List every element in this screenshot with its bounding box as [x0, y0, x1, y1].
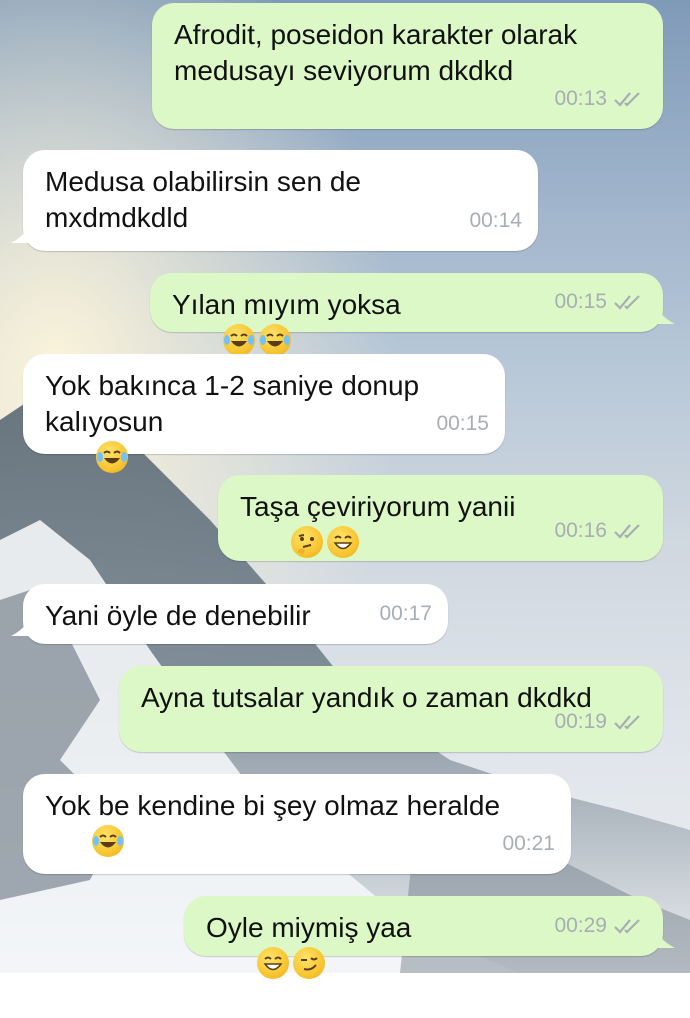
message-time: 00:17	[379, 602, 432, 625]
bubble-tail-icon	[11, 225, 31, 243]
double-check-read-icon	[614, 295, 640, 310]
message-meta: 00:29	[554, 908, 645, 944]
message-time: 00:21	[502, 832, 555, 855]
message-bubble-incoming[interactable]: Yok bakınca 1-2 saniye donup kalıyosun 0…	[23, 354, 505, 473]
message-bubble-outgoing[interactable]: Ayna tutsalar yandık o zaman dkdkd 00:19	[119, 666, 663, 752]
message-meta: 00:15	[436, 406, 489, 442]
laughing-tears-emoji-icon	[258, 324, 291, 356]
double-check-read-icon	[614, 919, 640, 934]
message-bubble-incoming[interactable]: Yani öyle de denebilir 00:17	[11, 584, 448, 644]
laughing-tears-emoji-icon	[222, 324, 255, 356]
message-bubble-outgoing[interactable]: Yılan mıyım yoksa 00:15	[150, 273, 675, 356]
message-time: 00:15	[554, 290, 607, 313]
message-time: 00:19	[554, 710, 607, 733]
double-check-read-icon	[614, 524, 640, 539]
message-meta: 00:13	[554, 81, 645, 117]
message-meta: 00:17	[379, 596, 432, 632]
message-text: Yok be kendine bi şey olmaz heralde	[45, 790, 501, 821]
message-time: 00:13	[554, 87, 607, 110]
thinking-emoji-icon	[290, 526, 323, 558]
laughing-tears-emoji-icon	[95, 441, 128, 473]
message-time: 00:14	[469, 209, 522, 232]
message-bubble-incoming[interactable]: Medusa olabilirsin sen de mxdmdkdld 00:1…	[11, 150, 538, 251]
message-bubble-incoming[interactable]: Yok be kendine bi şey olmaz heralde 00:2…	[23, 774, 571, 874]
message-text: Yılan mıyım yoksa	[172, 289, 401, 320]
message-text: Afrodit, poseidon karakter olarak medusa…	[174, 19, 585, 86]
laughing-tears-emoji-icon	[91, 825, 124, 857]
message-bubble-outgoing[interactable]: Afrodit, poseidon karakter olarak medusa…	[152, 3, 663, 129]
message-bubble-outgoing[interactable]: Taşa çeviriyorum yanii 00:16	[218, 475, 663, 561]
message-meta: 00:15	[554, 284, 645, 320]
message-bubble-outgoing[interactable]: Oyle miymiş yaa 00:29	[184, 896, 675, 979]
grinning-emoji-icon	[326, 526, 359, 558]
bubble-tail-icon	[655, 306, 675, 324]
bubble-tail-icon	[655, 930, 675, 948]
smirking-emoji-icon	[292, 947, 325, 979]
message-text: Yok bakınca 1-2 saniye donup kalıyosun	[45, 370, 427, 437]
double-check-read-icon	[614, 92, 640, 107]
message-time: 00:29	[554, 914, 607, 937]
message-text: Medusa olabilirsin sen de mxdmdkdld	[45, 166, 369, 233]
chat-thread: Afrodit, poseidon karakter olarak medusa…	[0, 0, 690, 979]
grinning-emoji-icon	[256, 947, 289, 979]
message-meta: 00:16	[554, 513, 645, 549]
message-text: Yani öyle de denebilir	[45, 600, 311, 631]
message-text: Oyle miymiş yaa	[206, 912, 412, 943]
message-meta: 00:21	[502, 826, 555, 862]
message-meta: 00:14	[469, 203, 522, 239]
message-text: Taşa çeviriyorum yanii	[240, 491, 516, 522]
double-check-read-icon	[614, 715, 640, 730]
message-time: 00:15	[436, 412, 489, 435]
bubble-tail-icon	[11, 618, 31, 636]
message-meta: 00:19	[554, 704, 645, 740]
message-time: 00:16	[554, 519, 607, 542]
